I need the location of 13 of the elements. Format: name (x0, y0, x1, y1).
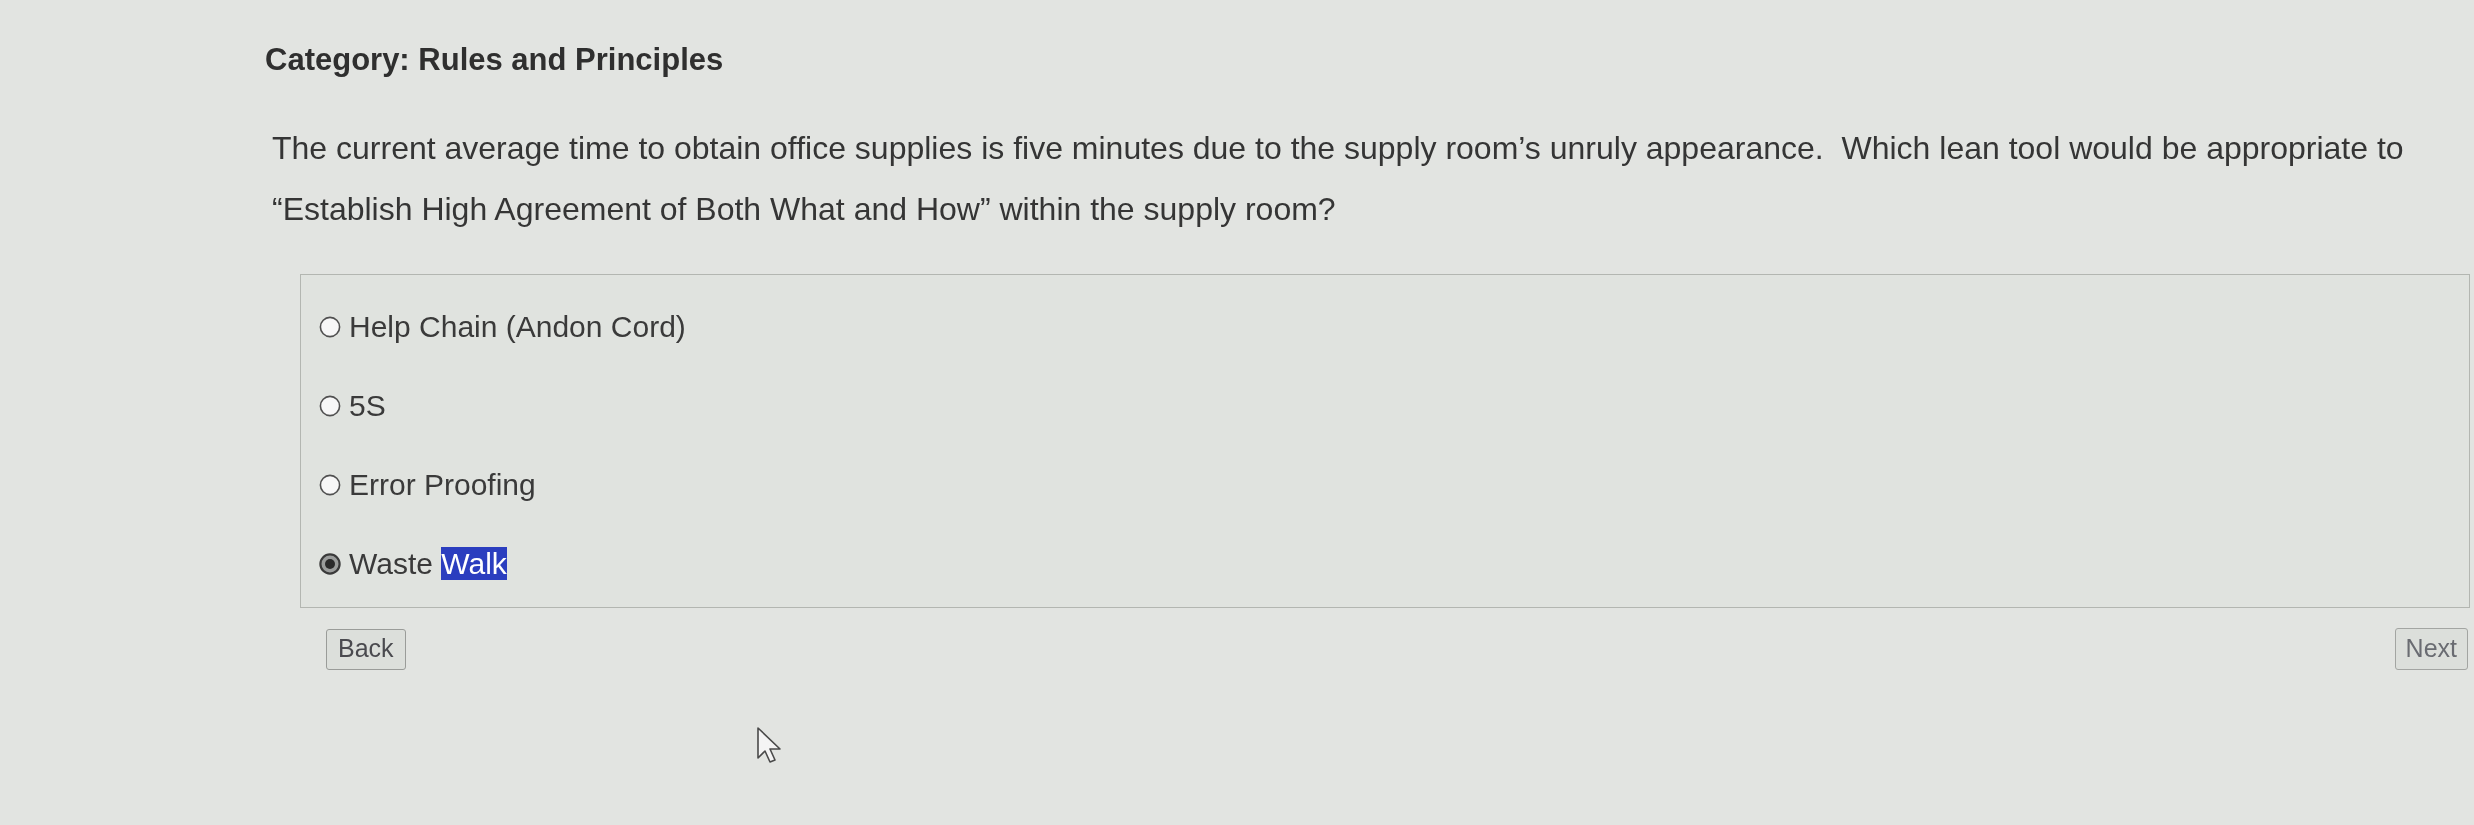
option-label[interactable]: 5S (349, 387, 386, 425)
mouse-pointer-icon (757, 727, 783, 763)
back-button[interactable]: Back (326, 628, 406, 670)
question-text: The current average time to obtain office supplies is five minutes due to the supply room’s unruly appearance. Which lean tool would be appropriate to “Establish High Agreement of Both What and How” within the supply room? (272, 129, 2405, 229)
option-label[interactable]: Help Chain (Andon Cord) (349, 308, 686, 346)
radio-button[interactable] (319, 553, 341, 575)
radio-button[interactable] (319, 395, 341, 417)
option-label[interactable]: Waste Walk (349, 545, 507, 583)
option-label[interactable]: Error Proofing (349, 466, 536, 504)
next-button[interactable]: Next (2394, 628, 2468, 670)
category-heading: Category: Rules and Principles (265, 41, 724, 79)
radio-button[interactable] (319, 474, 341, 496)
radio-button[interactable] (319, 316, 341, 338)
